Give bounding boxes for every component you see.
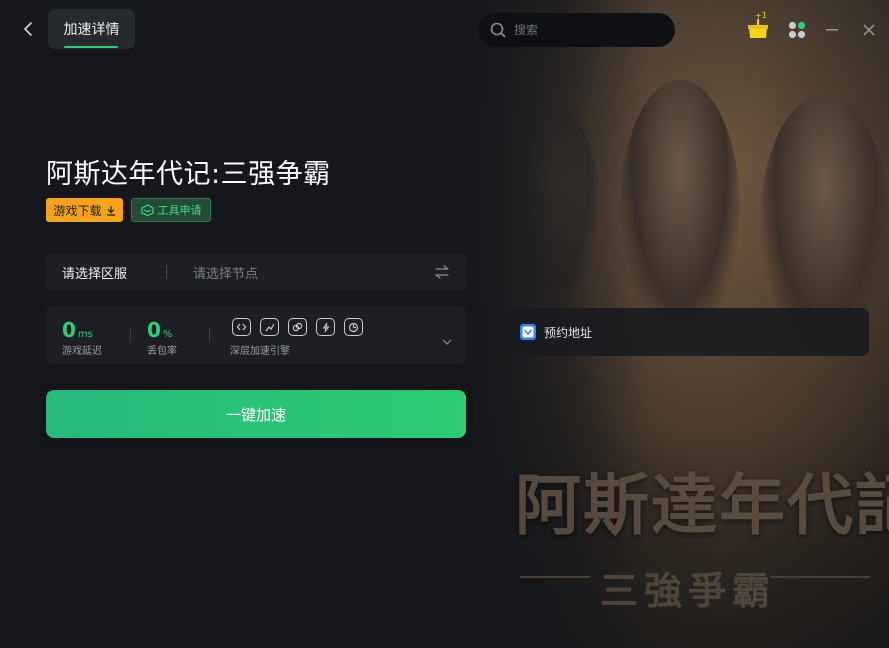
game-download-label: 游戏下载 [53,203,102,218]
node-selector[interactable]: 请选择节点 [193,263,434,282]
reserve-address-button[interactable]: 预约地址 [508,308,869,356]
engine-label: 深层加速引擎 [230,346,290,357]
lightning-engine-icon [316,318,335,336]
tool-request-label: 工具申请 [157,204,202,217]
loss-value: 0 [147,318,161,342]
latency-unit: ms [77,329,93,340]
stats-divider [209,328,210,342]
close-icon [863,24,875,36]
minimize-button[interactable] [824,22,840,38]
region-selector[interactable]: 请选择区服 [62,263,166,282]
toolbox-icon [140,204,154,216]
search-input[interactable] [512,22,666,38]
back-button[interactable] [18,18,38,40]
gift-box-icon: +1 [748,11,768,38]
art-game-logo-title: 阿斯達年代記 [515,466,889,544]
gift-button[interactable]: +1 [744,8,772,42]
minimize-icon [826,29,838,31]
art-game-logo-subtitle: 三強爭霸 [600,568,777,613]
apps-grid-icon [788,21,806,39]
game-download-button[interactable]: 游戏下载 [46,198,123,222]
one-click-accelerate-button[interactable]: 一键加速 [46,390,466,438]
swap-icon[interactable] [434,265,450,279]
loss-value-display: 0% [147,318,172,342]
latency-value: 0 [62,318,76,342]
expand-stats-button[interactable] [442,330,452,349]
art-divider-right [770,576,870,578]
chevron-left-icon [23,22,32,36]
chevron-down-icon [442,339,452,345]
download-icon [106,205,115,216]
latency-value-display: 0 ms [62,318,93,342]
close-button[interactable] [861,22,877,38]
latency-label: 游戏延迟 [62,346,102,357]
stats-panel: 0 ms 游戏延迟 0% 丢包率 深层加速引擎 [46,306,466,364]
gift-badge: +1 [755,11,767,20]
chart-engine-icon [260,318,279,336]
art-divider-left [520,576,590,578]
tool-request-button[interactable]: 工具申请 [131,198,211,222]
game-title: 阿斯达年代记:三强争霸 [46,159,331,190]
search-box[interactable] [478,13,675,47]
tab-accel-details[interactable]: 加速详情 [48,9,135,49]
server-selector: 请选择区服 请选择节点 [46,254,466,290]
speed-engine-icon [344,318,363,336]
server-divider [166,265,167,279]
tab-accel-details-label: 加速详情 [63,22,120,38]
link-engine-icon [232,318,251,336]
loss-label: 丢包率 [147,346,177,357]
search-icon [490,22,506,38]
chain-engine-icon [288,318,307,336]
tab-active-indicator [64,46,118,48]
apps-button[interactable] [788,21,806,39]
stats-divider [130,328,131,342]
reserve-app-icon [520,324,536,340]
reserve-address-label: 预约地址 [544,325,593,340]
loss-unit: % [162,329,173,340]
